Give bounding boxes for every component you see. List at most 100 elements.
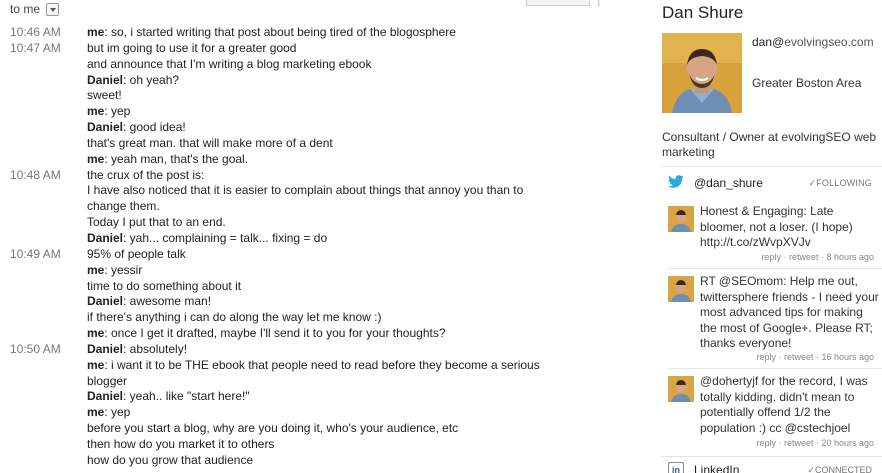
avatar-photo <box>662 33 742 113</box>
message-text: Daniel: oh yeah? <box>87 73 179 89</box>
message-body: how do you grow that audience <box>87 452 254 467</box>
message-speaker: Daniel <box>87 72 124 87</box>
tweet-actions[interactable]: reply · retweet · 20 hours ago <box>756 438 874 448</box>
linkedin-icon: in <box>668 462 684 473</box>
tweet-text: Honest & Engaging: Late bloomer, not a l… <box>700 204 853 249</box>
message-text: the crux of the post is: <box>87 168 204 184</box>
twitter-header: @dan_shure ✓FOLLOWING <box>662 175 882 191</box>
toolbar-button-small[interactable] <box>598 0 600 6</box>
following-badge[interactable]: ✓FOLLOWING <box>808 178 872 189</box>
message-text: before you start a blog, why are you doi… <box>87 421 458 437</box>
message-text: Daniel: absolutely! <box>87 342 187 358</box>
message-body: : awesome man! <box>123 294 212 309</box>
message-text: me: i want it to be THE ebook that peopl… <box>87 358 540 374</box>
message-body: Today I put that to an end. <box>87 215 226 230</box>
message-speaker: me <box>87 151 105 166</box>
email-user: dan@ <box>752 35 785 49</box>
message-text: I have also noticed that it is easier to… <box>87 183 523 199</box>
contact-name[interactable]: Dan Shure <box>662 3 743 23</box>
message-speaker: Daniel <box>87 120 124 135</box>
message-body: : i want it to be THE ebook that people … <box>104 357 540 372</box>
chat-thread: to me 10:46 AM me: so, i started writing … <box>0 0 600 473</box>
message-timestamp: 10:49 AM <box>10 246 61 261</box>
email-domain: evolvingseo.com <box>784 35 874 49</box>
message-body: sweet! <box>87 88 122 103</box>
message-text: then how do you market it to others <box>87 437 274 453</box>
message-body: I have also noticed that it is easier to… <box>87 183 524 198</box>
message-text: Daniel: good idea! <box>87 120 186 136</box>
divider <box>668 368 882 369</box>
linkedin-label[interactable]: LinkedIn <box>694 463 739 473</box>
message-speaker: me <box>87 357 105 372</box>
message-timestamp: 10:47 AM <box>10 40 61 55</box>
message-body: the crux of the post is: <box>87 167 205 182</box>
message-speaker: Daniel <box>87 294 124 309</box>
recipient-dropdown-icon[interactable] <box>46 3 60 17</box>
message-timestamp: 10:46 AM <box>10 25 61 39</box>
message-body: : yah... complaining = talk... fixing = … <box>123 230 328 245</box>
message-speaker: me <box>87 405 105 420</box>
message-text: how do you grow that audience <box>87 453 253 469</box>
message-timestamp: 10:48 AM <box>10 167 61 182</box>
message-body: : once I get it drafted, maybe I'll send… <box>104 326 446 341</box>
message-text: me: yessir <box>87 263 142 279</box>
message-body: : so, i started writing that post about … <box>104 25 456 39</box>
contact-location: Greater Boston Area <box>752 76 862 90</box>
message-speaker: me <box>87 326 105 341</box>
message-text: me: so, i started writing that post abou… <box>87 25 456 41</box>
message-text: but im going to use it for a greater goo… <box>87 41 296 57</box>
message-body: then how do you market it to others <box>87 436 275 451</box>
message-text: me: once I get it drafted, maybe I'll se… <box>87 326 446 342</box>
message-body: change them. <box>87 199 160 214</box>
tweet-avatar[interactable] <box>668 276 694 302</box>
message-body: if there's anything i can do along the w… <box>87 310 382 325</box>
message-text: Daniel: yeah.. like "start here!" <box>87 389 250 405</box>
contact-occupation: Consultant / Owner at evolvingSEO web ma… <box>662 130 877 159</box>
message-body: and announce that I'm writing a blog mar… <box>87 56 372 71</box>
message-text: me: yep <box>87 104 130 120</box>
toolbar-button[interactable] <box>526 0 590 6</box>
message-speaker: me <box>87 104 105 119</box>
recipient-label: to me <box>10 2 41 16</box>
message-body: but im going to use it for a greater goo… <box>87 40 297 55</box>
tweet-avatar[interactable] <box>668 376 694 402</box>
message-body: blogger <box>87 373 128 388</box>
contact-avatar[interactable] <box>662 33 742 113</box>
message-body: : yessir <box>104 262 143 277</box>
message-body: : absolutely! <box>123 341 188 356</box>
message-speaker: Daniel <box>87 230 124 245</box>
message-body: that's great man. that will make more of… <box>87 135 333 150</box>
message-text: Today I put that to an end. <box>87 215 226 231</box>
tweet-text: @dohertyjf for the record, I was totally… <box>700 374 868 435</box>
divider <box>662 166 882 167</box>
message-text: blogger <box>87 374 127 390</box>
message-text: 95% of people talk <box>87 247 186 263</box>
message-text: if there's anything i can do along the w… <box>87 310 381 326</box>
message-speaker: Daniel <box>87 341 124 356</box>
contact-sidebar: Dan Shure dan@evolvingseo.com Greater Bo… <box>652 0 882 473</box>
twitter-handle-link[interactable]: @dan_shure <box>694 176 763 190</box>
message-body: : yep <box>104 405 131 420</box>
message-speaker: me <box>87 262 105 277</box>
message-speaker: me <box>87 25 105 39</box>
message-body: 95% of people talk <box>87 246 186 261</box>
tweet-actions[interactable]: reply · retweet · 16 hours ago <box>756 352 874 362</box>
message-body: time to do something about it <box>87 278 242 293</box>
linkedin-row: in LinkedIn ✓CONNECTED <box>662 460 882 473</box>
message-text: sweet! <box>87 88 122 104</box>
twitter-bird-icon <box>668 175 684 192</box>
message-text: that's great man. that will make more of… <box>87 136 333 152</box>
message-body: : oh yeah? <box>123 72 180 87</box>
tweet-text: RT @SEOmom: Help me out, twittersphere f… <box>700 274 879 350</box>
message-text: me: yeah man, that's the goal. <box>87 152 248 168</box>
tweet-actions[interactable]: reply · retweet · 8 hours ago <box>761 252 874 262</box>
message-text: me: yep <box>87 405 130 421</box>
divider <box>662 456 882 457</box>
tweet-avatar[interactable] <box>668 206 694 232</box>
message-body: : yep <box>104 104 131 119</box>
recipient-line: to me <box>10 2 60 17</box>
contact-email[interactable]: dan@evolvingseo.com <box>752 35 882 50</box>
message-body: : yeah.. like "start here!" <box>123 389 250 404</box>
connected-badge[interactable]: ✓CONNECTED <box>807 465 872 473</box>
message-body: : good idea! <box>123 120 186 135</box>
